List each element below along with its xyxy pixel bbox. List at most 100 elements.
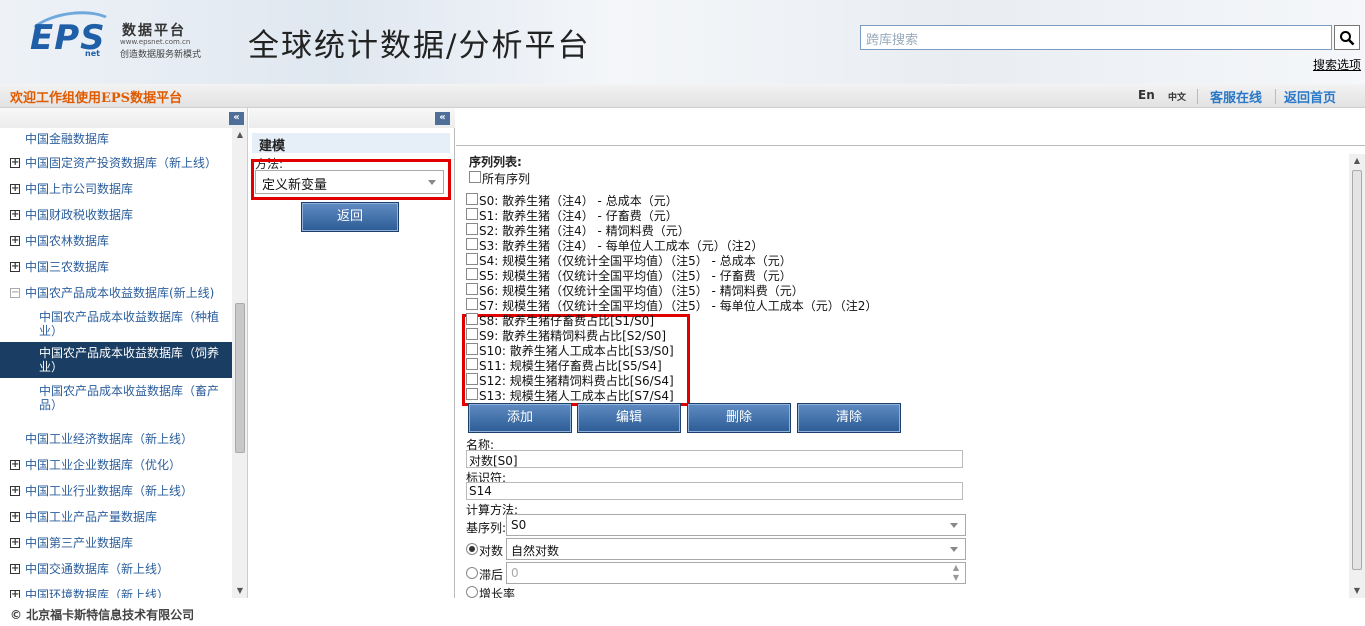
search-button[interactable] <box>1334 25 1360 50</box>
series-checkbox[interactable] <box>466 313 478 325</box>
name-field[interactable]: 对数[S0] <box>466 450 963 468</box>
header: EPS net 数据平台 www.epsnet.com.cn 创造数据服务新模式… <box>0 0 1365 84</box>
base-series-label: 基序列: <box>466 521 507 535</box>
scroll-thumb[interactable] <box>235 303 245 453</box>
expand-icon[interactable]: + <box>10 262 20 272</box>
series-checkbox[interactable] <box>466 193 478 205</box>
sidebar-item-label: 中国三农数据库 <box>25 260 110 274</box>
add-button[interactable]: 添加 <box>468 403 572 433</box>
sidebar-item-label: 中国财政税收数据库 <box>25 208 134 222</box>
scroll-down-icon[interactable]: ▼ <box>232 584 247 598</box>
sidebar-item[interactable]: 中国工业经济数据库（新上线） <box>0 432 232 446</box>
scroll-up-icon[interactable]: ▲ <box>1349 154 1365 168</box>
footer: © 北京福卡斯特信息技术有限公司 <box>0 598 1365 626</box>
clear-button[interactable]: 清除 <box>797 403 901 433</box>
search-icon <box>1340 30 1355 45</box>
welcome-bar: 欢迎工作组使用EPS数据平台 En 中文 客服在线 返回首页 <box>0 84 1365 108</box>
series-checkbox[interactable] <box>466 328 478 340</box>
expand-icon[interactable]: + <box>10 486 20 496</box>
expand-icon[interactable]: + <box>10 590 20 598</box>
sidebar-item[interactable]: 中国农产品成本收益数据库（饲养业） <box>0 342 232 378</box>
expand-icon[interactable]: + <box>10 460 20 470</box>
series-checkbox[interactable] <box>466 388 478 400</box>
series-checkbox[interactable] <box>466 283 478 295</box>
expand-icon[interactable]: + <box>10 184 20 194</box>
lag-stepper[interactable]: 0 ▲ ▼ <box>506 562 966 584</box>
sidebar-item[interactable]: + 中国上市公司数据库 <box>0 182 232 196</box>
expand-icon[interactable]: + <box>10 564 20 574</box>
log-radio[interactable] <box>466 543 478 555</box>
search-input[interactable]: 跨库搜索 <box>860 25 1332 50</box>
series-checkbox[interactable] <box>466 208 478 220</box>
scroll-down-icon[interactable]: ▼ <box>1349 584 1365 598</box>
sidebar-item-label: 中国金融数据库 <box>25 132 110 146</box>
logo-sub: net <box>85 49 100 58</box>
lag-radio[interactable] <box>466 567 478 579</box>
lang-en-link[interactable]: En <box>1138 88 1155 102</box>
series-checkbox[interactable] <box>466 298 478 310</box>
database-tree: 中国金融数据库 + 中国固定资产投资数据库（新上线） + 中国上市公司数据库 + 中国财政税… <box>0 128 232 598</box>
modeling-panel: « 建模 方法: 定义新变量 返回 <box>249 108 455 598</box>
sidebar-scrollbar[interactable]: ▲ ▼ <box>232 128 247 598</box>
lang-zh-link[interactable]: 中文 <box>1168 90 1186 103</box>
series-checkbox[interactable] <box>466 268 478 280</box>
sidebar-item[interactable]: + 中国三农数据库 <box>0 260 232 274</box>
sidebar-item-label: 中国环境数据库（新上线） <box>25 588 170 598</box>
expand-icon[interactable]: + <box>10 538 20 548</box>
sidebar-item[interactable]: − 中国农产品成本收益数据库(新上线) <box>0 286 232 300</box>
sidebar-item[interactable]: + 中国交通数据库（新上线） <box>0 562 232 576</box>
scroll-thumb[interactable] <box>1352 170 1362 570</box>
series-checkbox[interactable] <box>466 343 478 355</box>
welcome-text: 欢迎工作组使用EPS数据平台 <box>10 91 183 106</box>
back-home-link[interactable]: 返回首页 <box>1284 87 1336 106</box>
expand-icon[interactable]: + <box>10 210 20 220</box>
search-options-link[interactable]: 搜索选项 <box>1313 56 1361 73</box>
log-label: 对数 <box>479 544 504 558</box>
sidebar-item[interactable]: + 中国工业行业数据库（新上线） <box>0 484 232 498</box>
sidebar-item[interactable]: + 中国工业企业数据库（优化） <box>0 458 232 472</box>
sidebar-item[interactable]: + 中国第三产业数据库 <box>0 536 232 550</box>
series-item[interactable]: S13: 规模生猪人工成本占比[S7/S4] <box>479 387 674 404</box>
double-chevron-left-icon[interactable]: « <box>435 112 450 125</box>
expand-icon[interactable]: + <box>10 158 20 168</box>
series-scrollbar[interactable]: ▲ ▼ <box>1349 154 1365 598</box>
sidebar-item[interactable]: 中国金融数据库 <box>0 132 232 146</box>
site-title: 全球统计数据/分析平台 <box>248 28 591 64</box>
series-checkbox[interactable] <box>466 373 478 385</box>
brand-name: 数据平台 <box>122 23 186 39</box>
sidebar-item-label: 中国农产品成本收益数据库（饲养业） <box>39 346 220 374</box>
log-type-select[interactable]: 自然对数 <box>506 538 966 560</box>
series-checkbox[interactable] <box>466 223 478 235</box>
series-checkbox[interactable] <box>466 358 478 370</box>
back-button[interactable]: 返回 <box>301 202 399 232</box>
edit-button[interactable]: 编辑 <box>577 403 681 433</box>
scroll-up-icon[interactable]: ▲ <box>232 128 247 142</box>
customer-service-link[interactable]: 客服在线 <box>1210 87 1262 106</box>
brand-slogan: 创造数据服务新模式 <box>120 50 202 60</box>
series-toolbar <box>456 108 1365 146</box>
sidebar-item[interactable]: + 中国环境数据库（新上线） <box>0 588 232 598</box>
series-checkbox[interactable] <box>466 238 478 250</box>
stepper-arrows-icon[interactable]: ▲ ▼ <box>953 563 959 583</box>
sidebar-item[interactable]: + 中国固定资产投资数据库（新上线） <box>0 156 232 170</box>
all-series-checkbox[interactable] <box>469 171 481 183</box>
series-checkbox[interactable] <box>466 253 478 265</box>
sidebar-item[interactable]: + 中国农林数据库 <box>0 234 232 248</box>
growth-radio[interactable] <box>466 586 478 598</box>
sidebar-item[interactable]: + 中国工业产品产量数据库 <box>0 510 232 524</box>
id-field[interactable]: S14 <box>466 482 963 500</box>
copyright: © 北京福卡斯特信息技术有限公司 <box>10 608 195 622</box>
sidebar-item[interactable]: + 中国财政税收数据库 <box>0 208 232 222</box>
expand-icon[interactable]: + <box>10 512 20 522</box>
delete-button[interactable]: 删除 <box>687 403 791 433</box>
database-sidebar: « 中国金融数据库 + 中国固定资产投资数据库（新上线） + 中国上市公司数据库 + 中国财… <box>0 108 248 598</box>
expand-icon[interactable]: + <box>10 236 20 246</box>
collapse-icon[interactable]: − <box>10 288 20 298</box>
base-series-value: S0 <box>511 518 527 532</box>
brand-url: www.epsnet.com.cn <box>120 38 191 46</box>
sidebar-item[interactable]: 中国农产品成本收益数据库（畜产品） <box>0 384 232 412</box>
sidebar-toolbar: « <box>0 108 247 128</box>
base-series-select[interactable]: S0 <box>506 514 966 536</box>
sidebar-item[interactable]: 中国农产品成本收益数据库（种植业） <box>0 310 232 338</box>
double-chevron-left-icon[interactable]: « <box>229 112 244 125</box>
